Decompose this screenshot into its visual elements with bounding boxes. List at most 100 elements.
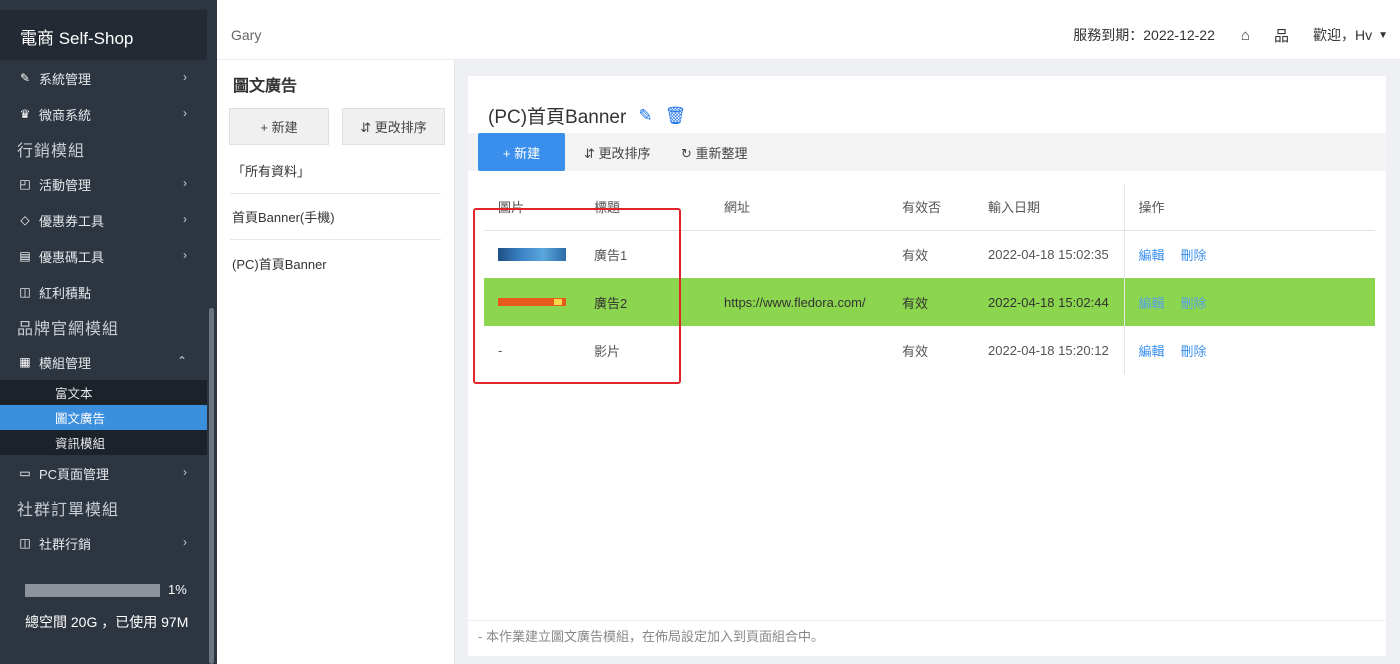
cell-date: 2022-04-18 15:02:35 bbox=[988, 246, 1109, 262]
cell-date: 2022-04-18 15:20:12 bbox=[988, 342, 1109, 358]
current-user: Gary bbox=[231, 27, 262, 43]
top-header: Gary 服務到期：2022-12-22 ⌂ 品 歡迎，Hv ▼ bbox=[217, 10, 1400, 60]
sidebar-item[interactable]: ◫ 紅利積點 bbox=[0, 274, 207, 310]
sidebar-subitem[interactable]: 圖文廣告 bbox=[0, 405, 207, 430]
home-icon[interactable]: ⌂ bbox=[1241, 27, 1250, 44]
storage-panel: 1% 總空間 20G ，已使用 97M bbox=[0, 572, 207, 664]
sidebar-scrollbar-thumb[interactable] bbox=[209, 308, 214, 664]
monitor-icon: ▭ bbox=[19, 466, 31, 480]
cell-actions: 編輯 刪除 bbox=[1123, 230, 1375, 278]
edit-link[interactable]: 編輯 bbox=[1139, 248, 1165, 263]
gift-icon: ▤ bbox=[19, 249, 31, 263]
column-header-image: 圖片 bbox=[484, 184, 580, 231]
column-header-url: 網址 bbox=[710, 184, 888, 231]
cell-image bbox=[484, 278, 580, 326]
sidebar-item[interactable]: ▦ 模組管理 ⌃ bbox=[0, 344, 207, 380]
cell-date: 2022-04-18 15:02:44 bbox=[974, 278, 1124, 326]
chevron-up-icon: ⌃ bbox=[176, 354, 187, 368]
module-item-mobile-banner[interactable]: 首頁Banner(手機) bbox=[230, 194, 441, 240]
module-panel: 圖文廣告 + 新建 ⇵ 更改排序 「所有資料」 首頁Banner(手機) (PC… bbox=[217, 60, 455, 664]
cell-title: 影片 bbox=[594, 343, 621, 359]
sidebar-item[interactable]: ◰ 活動管理 › bbox=[0, 166, 207, 202]
sidebar-item-label: 模組管理 bbox=[39, 355, 92, 371]
cell-url: https://www.fledora.com/ bbox=[710, 278, 888, 326]
service-expiry: 服務到期：2022-12-22 bbox=[1073, 27, 1215, 43]
storage-progress-fill bbox=[25, 584, 160, 597]
footer-divider bbox=[468, 620, 1386, 621]
welcome-user-menu[interactable]: 歡迎，Hv bbox=[1313, 25, 1372, 45]
tag-icon: ◇ bbox=[20, 213, 30, 227]
module-new-button[interactable]: + 新建 bbox=[229, 108, 329, 145]
table-header-row: 圖片 標題 網址 有效否 輸入日期 操作 bbox=[484, 184, 1375, 231]
sidebar-item-label: 社群行銷 bbox=[39, 536, 92, 552]
table-row[interactable]: 廣告2 https://www.fledora.com/有效 2022-04-18 … bbox=[484, 278, 1375, 326]
sidebar-item-label: 優惠碼工具 bbox=[39, 249, 105, 265]
cell-title: 廣告2 bbox=[580, 278, 710, 326]
cell-actions: 編輯 刪除 bbox=[1123, 278, 1375, 326]
column-header-actions: 操作 bbox=[1123, 184, 1375, 231]
storage-text: 總空間 20G ，已使用 97M bbox=[25, 614, 189, 630]
table-row[interactable]: - 影片 有效 2022-04-18 15:20:12 編輯 刪除 bbox=[484, 326, 1375, 374]
wallet-icon: ◫ bbox=[19, 536, 31, 550]
delete-link[interactable]: 刪除 bbox=[1181, 344, 1207, 359]
edit-link[interactable]: 編輯 bbox=[1139, 344, 1165, 359]
chevron-right-icon: › bbox=[183, 106, 187, 120]
users-icon: ♛ bbox=[19, 107, 31, 121]
column-header-date: 輸入日期 bbox=[974, 184, 1124, 231]
module-item-pc-banner[interactable]: (PC)首頁Banner bbox=[230, 240, 441, 286]
sidebar-item-label: 系統管理 bbox=[39, 71, 92, 87]
banner-thumbnail[interactable] bbox=[498, 298, 566, 306]
table-row[interactable]: 廣告1 有效 2022-04-18 15:02:35 編輯 刪除 bbox=[484, 230, 1375, 278]
storage-progress-bar bbox=[25, 584, 160, 597]
cell-actions: 編輯 刪除 bbox=[1123, 326, 1375, 374]
module-sort-button[interactable]: ⇵ 更改排序 bbox=[342, 108, 445, 145]
sidebar-item[interactable]: ▭ PC頁面管理 › bbox=[0, 455, 207, 491]
trash-icon[interactable]: 🗑 bbox=[665, 106, 687, 126]
footnote: - 本作業建立圖文廣告模組，在佈局設定加入到頁面組合中。 bbox=[478, 629, 824, 644]
sidebar-item-label: 紅利積點 bbox=[39, 285, 92, 301]
sidebar-item[interactable]: ▤ 優惠碼工具 › bbox=[0, 238, 207, 274]
sidebar: 電商 Self-Shop ✎ 系統管理 › ♛ 微商系統 › 行銷模組 ◰ 活動管理 › ◇ 優惠券工… bbox=[0, 0, 217, 664]
page-title: (PC)首頁Banner bbox=[488, 107, 627, 128]
sidebar-subitem[interactable]: 富文本 bbox=[0, 380, 207, 405]
edit-link[interactable]: 編輯 bbox=[1139, 296, 1165, 311]
brand-title[interactable]: 電商 Self-Shop bbox=[0, 10, 207, 60]
banner-table: 圖片 標題 網址 有效否 輸入日期 操作 廣告1 有效 2022-04-18 15:… bbox=[484, 184, 1375, 374]
storage-percent: 1% bbox=[168, 582, 187, 597]
cell-url bbox=[710, 230, 888, 278]
add-item-button[interactable]: + 新建 bbox=[478, 133, 565, 171]
column-header-title: 標題 bbox=[580, 184, 710, 231]
sidebar-item-label: 優惠券工具 bbox=[39, 213, 105, 229]
chevron-right-icon: › bbox=[183, 465, 187, 479]
header-right: 服務到期：2022-12-22 ⌂ 品 歡迎，Hv ▼ bbox=[1073, 24, 1400, 46]
sidebar-subitem[interactable]: 資訊模組 bbox=[0, 430, 207, 455]
wallet-icon: ◫ bbox=[19, 285, 31, 299]
cell-valid: 有效 bbox=[888, 278, 974, 326]
card-header: (PC)首頁Banner ✎ 🗑 bbox=[488, 102, 686, 129]
sidebar-item[interactable]: ◇ 優惠券工具 › bbox=[0, 202, 207, 238]
bag-icon: ◰ bbox=[19, 177, 31, 191]
chevron-down-icon[interactable]: ▼ bbox=[1378, 30, 1388, 41]
banner-thumbnail[interactable] bbox=[498, 247, 566, 261]
sidebar-item[interactable]: ◫ 社群行銷 › bbox=[0, 525, 207, 561]
delete-link[interactable]: 刪除 bbox=[1181, 296, 1207, 311]
sidebar-nav: ✎ 系統管理 › ♛ 微商系統 › 行銷模組 ◰ 活動管理 › ◇ 優惠券工具 › ▤ 優惠碼工具 › ◫ 紅利積… bbox=[0, 60, 207, 561]
module-list: 「所有資料」 首頁Banner(手機) (PC)首頁Banner bbox=[230, 148, 441, 286]
chevron-right-icon: › bbox=[183, 535, 187, 549]
cell-url bbox=[710, 326, 888, 374]
sidebar-item[interactable]: ✎ 系統管理 › bbox=[0, 60, 207, 96]
sidebar-section-label: 行銷模組 bbox=[17, 143, 86, 160]
edit-icon[interactable]: ✎ bbox=[638, 106, 652, 126]
sidebar-item[interactable]: ♛ 微商系統 › bbox=[0, 96, 207, 132]
cell-valid: 有效 bbox=[902, 247, 929, 263]
sidebar-item-label: 活動管理 bbox=[39, 177, 92, 193]
delete-link[interactable]: 刪除 bbox=[1181, 248, 1207, 263]
column-header-valid: 有效否 bbox=[888, 184, 974, 231]
refresh-button[interactable]: ↻ 重新整理 bbox=[681, 143, 748, 162]
chevron-right-icon: › bbox=[183, 212, 187, 226]
grid-icon: ▦ bbox=[19, 355, 31, 369]
reorder-button[interactable]: ⇵ 更改排序 bbox=[584, 143, 651, 162]
sitemap-icon[interactable]: 品 bbox=[1274, 25, 1289, 46]
module-item-all[interactable]: 「所有資料」 bbox=[230, 148, 441, 194]
module-panel-title: 圖文廣告 bbox=[233, 78, 298, 95]
